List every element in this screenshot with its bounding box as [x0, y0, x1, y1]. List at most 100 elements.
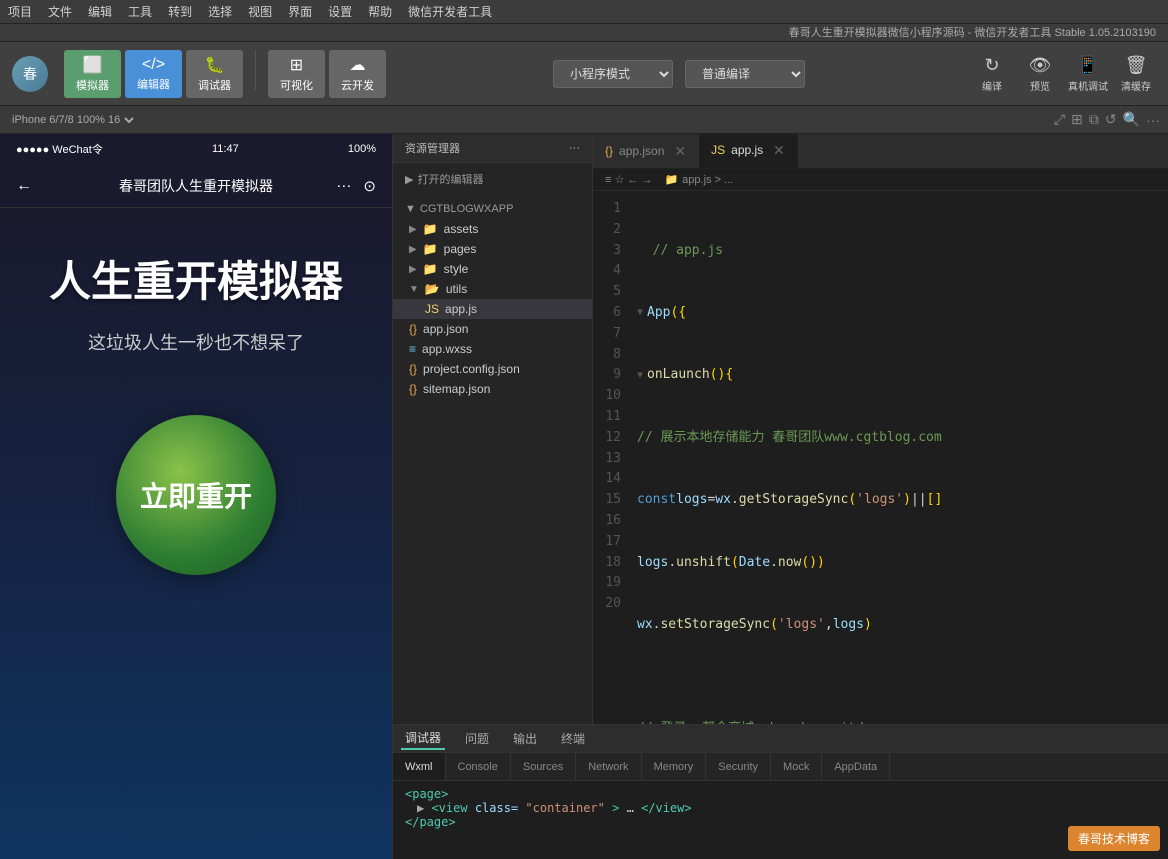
file-tree-header: 资源管理器 ··· [393, 134, 592, 163]
compile-action[interactable]: ↻ 编译 [972, 55, 1012, 93]
preview-action[interactable]: 👁 预览 [1020, 55, 1060, 93]
mode-select[interactable]: 小程序模式 [553, 60, 673, 88]
toolbar-btn-group: ⬜ 模拟器 </> 编辑器 🐛 调试器 ⊞ 可视化 ☁ 云开发 [64, 50, 386, 98]
open-editors-caret: ▶ [405, 173, 413, 186]
folder-utils[interactable]: ▼ 📂 utils [393, 279, 592, 299]
menu-item-settings[interactable]: 设置 [328, 3, 352, 20]
phone-header: ← 春哥团队人生重开模拟器 ··· ⊙ [0, 164, 392, 208]
phone-restart-button[interactable]: 立即重开 [116, 415, 276, 575]
refresh-icon[interactable]: ↺ [1105, 111, 1117, 128]
tab-appjs-close[interactable]: ✕ [773, 142, 785, 159]
realdev-action[interactable]: 📱 真机调试 [1068, 55, 1108, 93]
simulator-button[interactable]: ⬜ 模拟器 [64, 50, 121, 98]
html-line-1: <page> [405, 787, 1156, 801]
editor-button[interactable]: </> 编辑器 [125, 50, 182, 98]
open-editors-title[interactable]: ▶ 打开的编辑器 [393, 167, 592, 191]
menu-item-edit[interactable]: 编辑 [88, 3, 112, 20]
folder-style-label: style [444, 262, 469, 276]
tab-network[interactable]: Network [576, 753, 641, 780]
device-select[interactable]: iPhone 6/7/8 100% 16 [8, 113, 137, 127]
preview-label: 预览 [1030, 78, 1050, 93]
file-appwxss[interactable]: ≡ app.wxss [393, 339, 592, 359]
menu-item-wechat[interactable]: 微信开发者工具 [408, 3, 492, 20]
compile-icon: ↻ [984, 55, 999, 76]
folder-style[interactable]: ▶ 📁 style [393, 259, 592, 279]
open-editors-label: 打开的编辑器 [417, 171, 483, 187]
file-sitemap[interactable]: {} sitemap.json [393, 379, 592, 399]
menu-item-tools[interactable]: 工具 [128, 3, 152, 20]
tab-console[interactable]: Console [446, 753, 511, 780]
output-tab-btn[interactable]: 输出 [509, 728, 541, 749]
phone-target-icon[interactable]: ⊙ [363, 177, 376, 195]
rotate-icon[interactable]: ⤢ [1054, 111, 1065, 128]
tab-mock[interactable]: Mock [771, 753, 822, 780]
copy-icon[interactable]: ⧉ [1089, 111, 1099, 128]
menu-item-goto[interactable]: 转到 [168, 3, 192, 20]
tab-sources[interactable]: Sources [511, 753, 576, 780]
simulator-icon: ⬜ [83, 55, 103, 75]
folder-assets[interactable]: ▶ 📁 assets [393, 219, 592, 239]
file-projectconfig[interactable]: {} project.config.json [393, 359, 592, 379]
phone-main-title: 人生重开模拟器 [49, 248, 343, 309]
phone-dots-icon[interactable]: ··· [336, 177, 351, 195]
js-icon: JS [425, 302, 439, 316]
file-appjs[interactable]: JS app.js [393, 299, 592, 319]
tab-appjs-label: app.js [731, 143, 763, 157]
file-tree-more[interactable]: ··· [569, 142, 580, 154]
clearcache-label: 清缓存 [1121, 78, 1151, 93]
json-icon: {} [409, 322, 417, 336]
secondary-icons: ⤢ ⊞ ⧉ ↺ 🔍 ··· [1054, 111, 1160, 128]
debugger-icon: 🐛 [205, 55, 225, 75]
phone-button-text: 立即重开 [140, 475, 252, 515]
compile-label: 编译 [982, 78, 1002, 93]
folder-caret: ▶ [409, 224, 417, 235]
tab-appjs-icon: JS [711, 143, 725, 157]
debugger-tab-btn[interactable]: 调试器 [401, 727, 445, 750]
phone-header-title: 春哥团队人生重开模拟器 [119, 176, 273, 196]
menu-item-project[interactable]: 项目 [8, 3, 32, 20]
tab-appdata[interactable]: AppData [822, 753, 890, 780]
issues-tab-btn[interactable]: 问题 [461, 728, 493, 749]
phone-battery: 100% [348, 143, 376, 155]
project-title[interactable]: ▼ CGTBLOGWXAPP [393, 199, 592, 219]
compile-select[interactable]: 普通编译 [685, 60, 805, 88]
phone-time: 11:47 [212, 143, 239, 155]
menu-item-select[interactable]: 选择 [208, 3, 232, 20]
projectconfig-icon: {} [409, 362, 417, 376]
html-line-2: ▶ <view class= "container" > … </view> [405, 801, 1156, 815]
clearcache-icon: 🗑 [1125, 55, 1148, 76]
cloud-button[interactable]: ☁ 云开发 [329, 50, 386, 98]
debugger-label: 调试器 [198, 77, 231, 93]
phone-nav-back[interactable]: ← [16, 177, 32, 195]
tab-memory[interactable]: Memory [642, 753, 707, 780]
menu-item-view[interactable]: 视图 [248, 3, 272, 20]
tab-appjs[interactable]: JS app.js ✕ [699, 134, 799, 168]
clearcache-action[interactable]: 🗑 清缓存 [1116, 55, 1156, 93]
phone-frame: ●●●●● WeChat令 11:47 100% ← 春哥团队人生重开模拟器 ·… [0, 134, 392, 859]
visible-icon: ⊞ [290, 55, 303, 75]
file-appjson[interactable]: {} app.json [393, 319, 592, 339]
menu-item-help[interactable]: 帮助 [368, 3, 392, 20]
tab-security[interactable]: Security [706, 753, 771, 780]
visible-button[interactable]: ⊞ 可视化 [268, 50, 325, 98]
terminal-tab-btn[interactable]: 终端 [557, 728, 589, 749]
tab-appjson[interactable]: {} app.json ✕ [593, 134, 699, 168]
breadcrumb-path: app.js > ... [682, 174, 733, 186]
realdev-label: 真机调试 [1068, 78, 1108, 93]
phone-panel: ●●●●● WeChat令 11:47 100% ← 春哥团队人生重开模拟器 ·… [0, 134, 393, 859]
menu-item-file[interactable]: 文件 [48, 3, 72, 20]
phone-status-bar: ●●●●● WeChat令 11:47 100% [0, 134, 392, 164]
watermark: 春哥技术博客 [1068, 826, 1160, 851]
tab-appjson-close[interactable]: ✕ [674, 143, 686, 160]
debugger-button[interactable]: 🐛 调试器 [186, 50, 243, 98]
more-icon[interactable]: ··· [1146, 112, 1160, 128]
folder-pages[interactable]: ▶ 📁 pages [393, 239, 592, 259]
separator [255, 50, 256, 90]
layout-icon[interactable]: ⊞ [1071, 111, 1083, 128]
folder-pages-label: pages [444, 242, 477, 256]
file-appwxss-label: app.wxss [422, 342, 472, 356]
menu-item-interface[interactable]: 界面 [288, 3, 312, 20]
search-icon[interactable]: 🔍 [1123, 111, 1140, 128]
tab-appjson-icon: {} [605, 144, 613, 158]
tab-wxml[interactable]: Wxml [393, 753, 446, 780]
